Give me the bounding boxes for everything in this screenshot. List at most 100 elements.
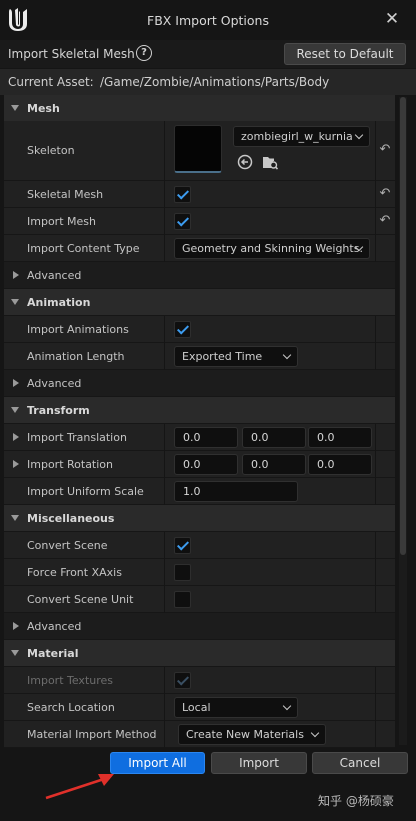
expand-arrow-icon — [13, 622, 19, 630]
import-rotation-row: Import Rotation 0.0 0.0 0.0 — [4, 451, 395, 478]
material-import-method-dropdown[interactable]: Create New Materials — [178, 724, 326, 745]
current-asset-row: Current Asset: /Game/Zombie/Animations/P… — [0, 69, 416, 95]
material-import-method-label: Material Import Method — [27, 728, 157, 741]
column-divider — [375, 235, 376, 262]
section-label: Animation — [27, 296, 91, 309]
translation-x-field[interactable]: 0.0 — [174, 427, 238, 448]
section-material[interactable]: Material — [4, 640, 395, 667]
watermark-text: 知乎 @杨硕豪 — [318, 794, 394, 808]
reset-to-default-button[interactable]: Reset to Default — [284, 43, 406, 65]
import-mesh-checkbox[interactable] — [174, 213, 191, 230]
force-front-xaxis-row: Force Front XAxis — [4, 559, 395, 586]
expand-arrow-icon[interactable] — [13, 433, 19, 441]
import-textures-checkbox — [174, 672, 191, 689]
import-animations-row: Import Animations — [4, 316, 395, 343]
column-divider — [375, 559, 376, 586]
import-animations-label: Import Animations — [27, 323, 129, 336]
force-front-xaxis-checkbox[interactable] — [174, 564, 191, 581]
rotation-y-field[interactable]: 0.0 — [242, 454, 306, 475]
section-animation[interactable]: Animation — [4, 289, 395, 316]
column-divider — [164, 586, 165, 613]
material-import-method-row: Material Import Method Create New Materi… — [4, 721, 395, 748]
skeleton-value: zombiegirl_w_kurnia — [241, 130, 353, 143]
animation-length-dropdown[interactable]: Exported Time — [174, 346, 298, 367]
cancel-button[interactable]: Cancel — [312, 752, 408, 774]
reset-property-arrow-icon[interactable]: ↶ — [378, 143, 392, 157]
import-content-type-dropdown[interactable]: Geometry and Skinning Weights. — [174, 238, 370, 259]
column-divider — [375, 667, 376, 694]
expand-arrow-icon — [11, 650, 19, 656]
uniform-scale-field[interactable]: 1.0 — [174, 481, 298, 502]
convert-scene-unit-row: Convert Scene Unit — [4, 586, 395, 613]
options-panel: Mesh Skeleton zombiegirl_w_kurnia ↶ Skel… — [4, 95, 395, 748]
section-transform[interactable]: Transform — [4, 397, 395, 424]
section-label: Miscellaneous — [27, 512, 115, 525]
search-location-dropdown[interactable]: Local — [174, 697, 298, 718]
annotation-arrow-icon — [45, 774, 114, 800]
browse-folder-icon[interactable] — [262, 154, 278, 170]
column-divider — [375, 208, 376, 235]
import-uniform-scale-row: Import Uniform Scale 1.0 — [4, 478, 395, 505]
convert-scene-checkbox[interactable] — [174, 537, 191, 554]
translation-z-field[interactable]: 0.0 — [308, 427, 372, 448]
dropdown-value: Exported Time — [182, 350, 263, 363]
advanced-label: Advanced — [27, 620, 82, 633]
search-location-label: Search Location — [27, 701, 115, 714]
column-divider — [375, 316, 376, 343]
column-divider — [164, 478, 165, 505]
skeleton-thumbnail[interactable] — [174, 125, 222, 173]
reset-property-arrow-icon[interactable]: ↶ — [378, 187, 392, 201]
import-animations-checkbox[interactable] — [174, 321, 191, 338]
column-divider — [164, 559, 165, 586]
chevron-down-icon — [354, 130, 364, 140]
skeleton-label: Skeleton — [27, 144, 75, 157]
import-type-title: Import Skeletal Mesh — [8, 47, 135, 61]
expand-arrow-icon — [11, 105, 19, 111]
import-button[interactable]: Import — [211, 752, 307, 774]
section-mesh[interactable]: Mesh — [4, 95, 395, 122]
advanced-label: Advanced — [27, 269, 82, 282]
rotation-x-field[interactable]: 0.0 — [174, 454, 238, 475]
expand-arrow-icon — [13, 379, 19, 387]
column-divider — [164, 181, 165, 208]
skeleton-asset-picker[interactable]: zombiegirl_w_kurnia — [233, 126, 370, 147]
section-label: Mesh — [27, 102, 60, 115]
scrollbar-thumb[interactable] — [400, 97, 406, 555]
import-textures-row: Import Textures — [4, 667, 395, 694]
misc-advanced-row[interactable]: Advanced — [4, 613, 395, 640]
reset-property-arrow-icon[interactable]: ↶ — [378, 214, 392, 228]
animation-length-label: Animation Length — [27, 350, 125, 363]
convert-scene-row: Convert Scene — [4, 532, 395, 559]
use-selected-asset-icon[interactable] — [237, 154, 253, 170]
convert-scene-unit-label: Convert Scene Unit — [27, 593, 134, 606]
help-icon[interactable]: ? — [136, 45, 152, 61]
column-divider — [375, 343, 376, 370]
skeletal-mesh-checkbox[interactable] — [174, 186, 191, 203]
column-divider — [375, 181, 376, 208]
convert-scene-unit-checkbox[interactable] — [174, 591, 191, 608]
translation-y-field[interactable]: 0.0 — [242, 427, 306, 448]
section-miscellaneous[interactable]: Miscellaneous — [4, 505, 395, 532]
skeletal-mesh-label: Skeletal Mesh — [27, 188, 104, 201]
import-content-type-row: Import Content Type Geometry and Skinnin… — [4, 235, 395, 262]
window-title: FBX Import Options — [147, 13, 269, 28]
column-divider — [164, 424, 165, 451]
skeleton-row: Skeleton zombiegirl_w_kurnia ↶ — [4, 121, 395, 181]
column-divider — [164, 208, 165, 235]
rotation-z-field[interactable]: 0.0 — [308, 454, 372, 475]
import-mesh-label: Import Mesh — [27, 215, 96, 228]
import-uniform-scale-label: Import Uniform Scale — [27, 485, 144, 498]
column-divider — [164, 451, 165, 478]
chevron-down-icon — [282, 701, 292, 711]
expand-arrow-icon — [11, 407, 19, 413]
import-all-button[interactable]: Import All — [110, 752, 205, 774]
expand-arrow-icon[interactable] — [13, 460, 19, 468]
import-mesh-row: Import Mesh ↶ — [4, 208, 395, 235]
force-front-xaxis-label: Force Front XAxis — [27, 566, 122, 579]
section-label: Transform — [27, 404, 90, 417]
import-translation-row: Import Translation 0.0 0.0 0.0 — [4, 424, 395, 451]
column-divider — [375, 451, 376, 478]
animation-advanced-row[interactable]: Advanced — [4, 370, 395, 397]
close-button[interactable]: ✕ — [382, 9, 402, 29]
mesh-advanced-row[interactable]: Advanced — [4, 262, 395, 289]
